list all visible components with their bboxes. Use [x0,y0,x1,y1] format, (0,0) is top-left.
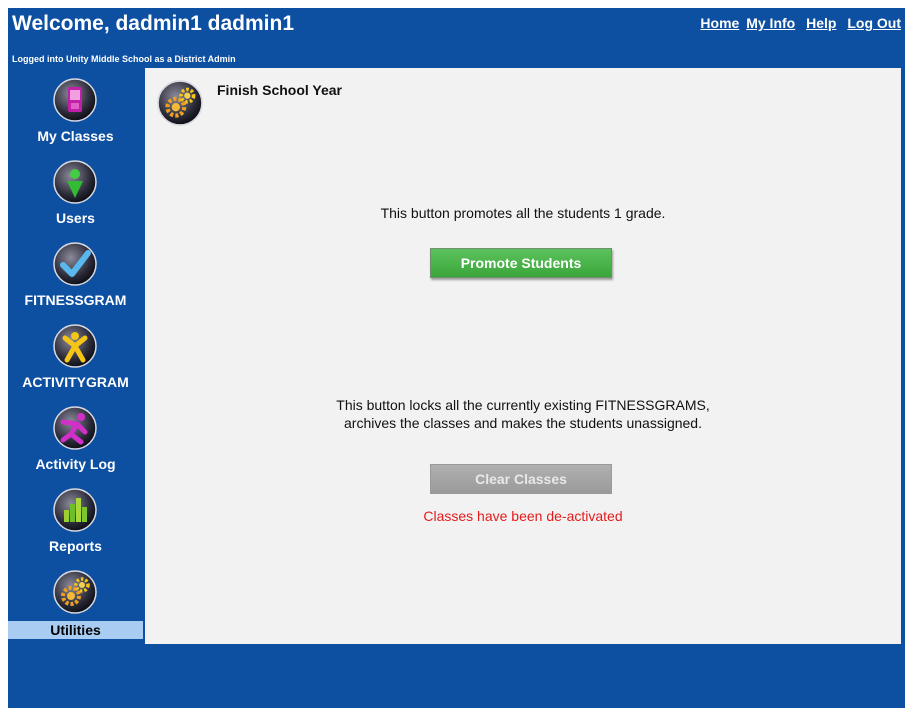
sidebar-item-label: FITNESSGRAM [24,292,127,308]
page-title: Finish School Year [217,82,343,98]
status-message: Classes have been de-activated [423,508,623,524]
app-frame: Welcome, dadmin1 dadmin1 Logged into Uni… [8,8,905,708]
runner-icon [53,406,97,450]
clear-classes-button[interactable]: Clear Classes [430,464,612,494]
sidebar-item-label: Utilities [8,621,143,639]
sidebar-item-label: Activity Log [35,456,116,472]
sidebar-item-label: ACTIVITYGRAM [22,374,129,390]
user-pin-icon [53,160,97,204]
sidebar-item-utilities[interactable]: Utilities [8,560,143,640]
home-link[interactable]: Home [700,15,739,31]
sidebar-item-label: Reports [49,538,102,554]
sidebar-item-label: My Classes [37,128,114,144]
main-content: Finish School Year This button promotes … [145,68,901,644]
sidebar-item-reports[interactable]: Reports [8,478,143,558]
gears-icon [157,80,203,126]
clear-description-line1: This button locks all the currently exis… [336,397,710,413]
sidebar-item-activity-log[interactable]: Activity Log [8,396,143,476]
sidebar: My Classes Users FITNESSGRAM ACTIVITYGRA… [8,68,143,644]
sidebar-item-my-classes[interactable]: My Classes [8,68,143,148]
gears-icon [53,570,97,614]
sidebar-item-users[interactable]: Users [8,150,143,230]
promote-students-button[interactable]: Promote Students [430,248,612,278]
help-link[interactable]: Help [806,15,836,31]
log-out-link[interactable]: Log Out [847,15,901,31]
welcome-heading: Welcome, dadmin1 dadmin1 [12,12,295,35]
person-icon [53,324,97,368]
sidebar-item-fitnessgram[interactable]: FITNESSGRAM [8,232,143,312]
login-status: Logged into Unity Middle School as a Dis… [12,54,236,64]
clear-description-line2: archives the classes and makes the stude… [344,415,702,431]
top-nav: Home My Info Help Log Out [697,15,901,31]
bar-chart-icon [53,488,97,532]
phone-icon [53,78,97,122]
promote-description: This button promotes all the students 1 … [380,205,666,221]
checkmark-icon [53,242,97,286]
sidebar-item-label: Users [56,210,95,226]
my-info-link[interactable]: My Info [746,15,795,31]
sidebar-item-activitygram[interactable]: ACTIVITYGRAM [8,314,143,394]
